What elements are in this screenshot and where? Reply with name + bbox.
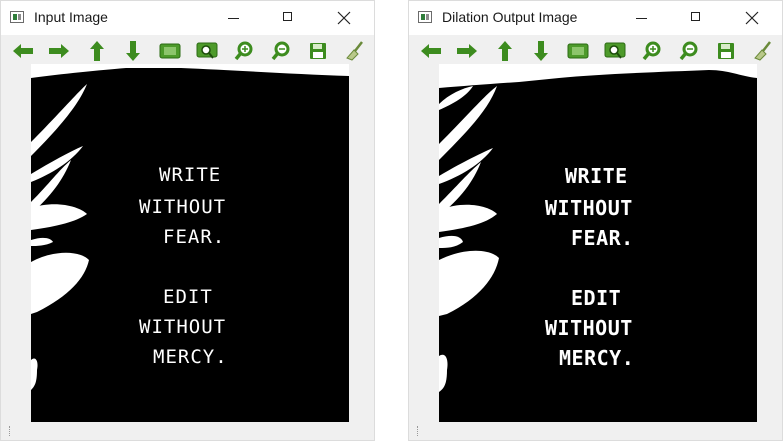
zoom-out-icon xyxy=(271,41,290,61)
resize-grip[interactable] xyxy=(417,426,420,436)
pan-down-button[interactable] xyxy=(529,40,553,62)
zoom-region-button[interactable] xyxy=(195,40,219,62)
arrow-down-icon xyxy=(534,41,548,61)
toolbar xyxy=(409,35,782,67)
poem-line-3: FEAR. xyxy=(571,226,634,250)
arrow-up-icon xyxy=(498,41,512,61)
close-button[interactable] xyxy=(321,1,367,35)
maximize-button[interactable] xyxy=(265,1,311,35)
close-icon xyxy=(337,11,351,25)
poem-line-6: MERCY. xyxy=(153,346,228,368)
fit-image-button[interactable] xyxy=(566,40,590,62)
zoom-in-button[interactable] xyxy=(232,40,256,62)
zoom-region-button[interactable] xyxy=(603,40,627,62)
pan-right-button[interactable] xyxy=(47,40,71,62)
resize-grip[interactable] xyxy=(9,426,12,436)
zoom-region-icon xyxy=(196,42,218,59)
status-bar xyxy=(1,420,374,440)
close-button[interactable] xyxy=(729,1,775,35)
dilation-output-window: Dilation Output Image WRITE WITHOUT FEAR… xyxy=(408,0,783,441)
poem-line-2: WITHOUT xyxy=(139,196,227,218)
window-title: Dilation Output Image xyxy=(442,9,578,25)
zoom-out-icon xyxy=(679,41,698,61)
maximize-button[interactable] xyxy=(673,1,719,35)
fit-image-icon xyxy=(159,43,181,59)
app-icon xyxy=(418,11,432,23)
status-bar xyxy=(409,420,782,440)
minimize-button[interactable] xyxy=(211,1,257,35)
window-title: Input Image xyxy=(34,9,108,25)
poem-line-6: MERCY. xyxy=(559,346,635,370)
image-canvas[interactable]: WRITE WITHOUT FEAR. EDIT WITHOUT MERCY. xyxy=(31,64,349,422)
poem-line-1: WRITE xyxy=(565,164,628,188)
pan-left-button[interactable] xyxy=(11,40,35,62)
pan-right-button[interactable] xyxy=(455,40,479,62)
minimize-button[interactable] xyxy=(619,1,665,35)
arrow-left-icon xyxy=(13,44,33,58)
arrow-right-icon xyxy=(49,44,69,58)
title-bar[interactable]: Dilation Output Image xyxy=(409,1,782,35)
arrow-left-icon xyxy=(421,44,441,58)
poem-line-5: WITHOUT xyxy=(545,316,633,340)
properties-button[interactable] xyxy=(343,40,367,62)
zoom-out-button[interactable] xyxy=(269,40,293,62)
input-image-window: Input Image WRITE WITHOUT FEAR. EDIT WIT… xyxy=(0,0,375,441)
poem-line-2: WITHOUT xyxy=(545,196,633,220)
poem-line-1: WRITE xyxy=(159,164,222,186)
arrow-down-icon xyxy=(126,41,140,61)
fit-image-button[interactable] xyxy=(158,40,182,62)
save-icon xyxy=(718,43,734,59)
zoom-in-icon xyxy=(234,41,253,61)
poem-line-5: WITHOUT xyxy=(139,316,227,338)
title-bar[interactable]: Input Image xyxy=(1,1,374,35)
save-icon xyxy=(310,43,326,59)
zoom-out-button[interactable] xyxy=(677,40,701,62)
zoom-in-button[interactable] xyxy=(640,40,664,62)
arrow-right-icon xyxy=(457,44,477,58)
properties-brush-icon xyxy=(754,41,771,61)
app-icon xyxy=(10,11,24,23)
zoom-region-icon xyxy=(604,42,626,59)
properties-button[interactable] xyxy=(751,40,775,62)
poem-line-3: FEAR. xyxy=(163,226,226,248)
pan-down-button[interactable] xyxy=(121,40,145,62)
save-button[interactable] xyxy=(714,40,738,62)
poem-line-4: EDIT xyxy=(571,286,622,310)
toolbar xyxy=(1,35,374,67)
pan-up-button[interactable] xyxy=(493,40,517,62)
arrow-up-icon xyxy=(90,41,104,61)
fit-image-icon xyxy=(567,43,589,59)
save-button[interactable] xyxy=(306,40,330,62)
pan-up-button[interactable] xyxy=(85,40,109,62)
properties-brush-icon xyxy=(346,41,363,61)
pan-left-button[interactable] xyxy=(419,40,443,62)
close-icon xyxy=(745,11,759,25)
poem-line-4: EDIT xyxy=(163,286,213,308)
image-canvas[interactable]: WRITE WITHOUT FEAR. EDIT WITHOUT MERCY. xyxy=(439,64,757,422)
zoom-in-icon xyxy=(642,41,661,61)
